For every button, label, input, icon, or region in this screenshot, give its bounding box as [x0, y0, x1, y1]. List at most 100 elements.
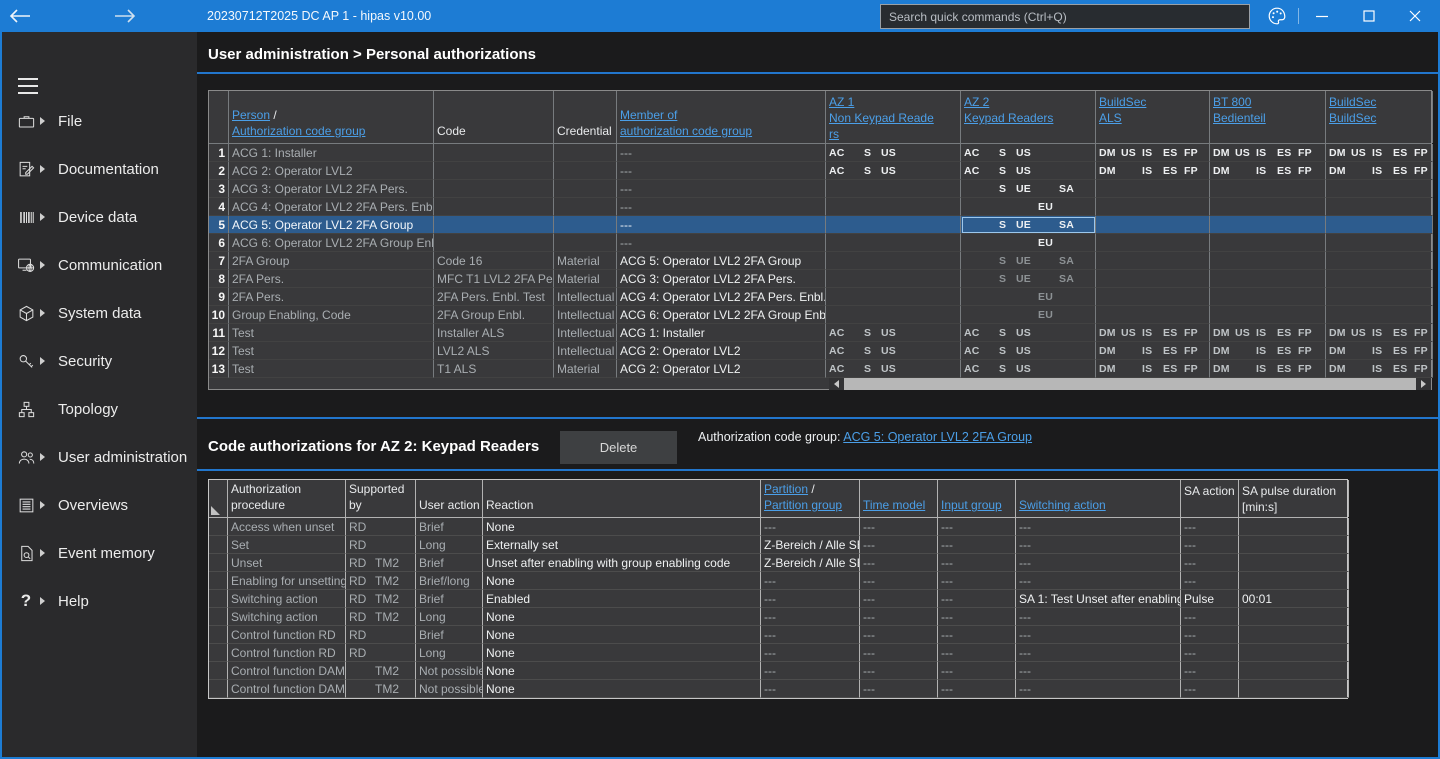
column-header-link[interactable]: BT 800 [1213, 95, 1251, 109]
code-authorizations-title: Code authorizations for AZ 2: Keypad Rea… [208, 438, 540, 455]
minimize-icon[interactable] [1302, 0, 1342, 32]
column-header-row-selector [209, 480, 228, 517]
column-header-partition-partition-group[interactable]: Partition / Partition group [761, 480, 860, 517]
column-header-link[interactable]: Authorization code group [232, 124, 365, 138]
table-row[interactable]: Control function DAM TM2 Not possible None -… [209, 680, 1349, 698]
time-model-cell: --- [860, 626, 938, 644]
person-cell: ACG 2: Operator LVL2 [229, 162, 434, 180]
scroll-left-button[interactable] [829, 378, 844, 390]
column-header-link[interactable]: Switching action [1019, 498, 1106, 512]
column-header-link[interactable]: Partition [764, 482, 808, 496]
sa-action-cell: --- [1181, 536, 1239, 554]
close-icon[interactable] [1395, 0, 1435, 32]
code-cell [434, 162, 554, 180]
sidebar-item-topology[interactable]: Topology [2, 392, 197, 426]
sidebar-item-overviews[interactable]: Overviews [2, 488, 197, 522]
delete-button[interactable]: Delete [560, 431, 677, 464]
table-row[interactable]: Switching action RD TM2 Brief Enabled --- --- -… [209, 590, 1349, 608]
input-group-cell: --- [938, 536, 1016, 554]
table-row[interactable]: Access when unset RD Brief None --- --- --- ---… [209, 518, 1349, 536]
sidebar-item-documentation[interactable]: Documentation [2, 152, 197, 186]
time-model-cell: --- [860, 518, 938, 536]
table-row[interactable]: 13 Test T1 ALS Material ACG 2: Operator LVL2… [209, 360, 1433, 378]
table-row[interactable]: 9 2FA Pers. 2FA Pers. Enbl. Test Intellectu… [209, 288, 1433, 306]
authorization-procedure-cell: Switching action [228, 590, 346, 608]
partition-cell: --- [761, 680, 860, 698]
table-row[interactable]: Switching action RD TM2 Long None --- --- --- --… [209, 608, 1349, 626]
table-row[interactable]: 3 ACG 3: Operator LVL2 2FA Pers. --- S UE SA [209, 180, 1433, 198]
az2-flags-cell: AC S US [961, 360, 1096, 378]
table-row[interactable]: 4 ACG 4: Operator LVL2 2FA Pers. Enbl. ---… [209, 198, 1433, 216]
az2-flags-cell: AC S US [961, 342, 1096, 360]
forward-arrow-icon[interactable] [105, 0, 145, 32]
table-row[interactable]: Set RD Long Externally set Z-Bereich / Alle … [209, 536, 1349, 554]
column-header-link[interactable]: Member of [620, 108, 677, 122]
member-of-cell: ACG 2: Operator LVL2 [617, 360, 826, 378]
column-header-link[interactable]: BuildSec [1329, 95, 1376, 109]
column-header-link[interactable]: AZ 1 [829, 95, 854, 109]
sidebar-item-communication[interactable]: Communication [2, 248, 197, 282]
palette-icon[interactable] [1257, 0, 1297, 32]
scrollbar-thumb[interactable] [844, 378, 1416, 390]
sidebar-item-help[interactable]: ? Help [2, 584, 197, 618]
column-header-switching-action[interactable]: Switching action [1016, 480, 1181, 517]
column-header-person-authorization-code-group[interactable]: Person / Authorization code group [229, 91, 434, 143]
column-header-time-model[interactable]: Time model [860, 480, 938, 517]
table-row[interactable]: Control function RD RD Long None --- --- --- --… [209, 644, 1349, 662]
column-header-buildsec-als[interactable]: BuildSec ALS [1096, 91, 1210, 143]
column-header-link[interactable]: AZ 2 [964, 95, 989, 109]
column-header-link[interactable]: Person [232, 108, 270, 122]
sidebar-item-security[interactable]: Security [2, 344, 197, 378]
horizontal-scrollbar[interactable] [829, 378, 1431, 390]
column-header-link[interactable]: BuildSec [1099, 95, 1146, 109]
az1-flags-cell [826, 180, 961, 198]
sidebar-item-system-data[interactable]: System data [2, 296, 197, 330]
column-header-link[interactable]: Time model [863, 498, 925, 512]
column-header-buildsec-buildsec[interactable]: BuildSec BuildSec [1326, 91, 1433, 143]
table-row[interactable]: 7 2FA Group Code 16 Material ACG 5: Operator… [209, 252, 1433, 270]
column-header-input-group[interactable]: Input group [938, 480, 1016, 517]
table-row[interactable]: 10 Group Enabling, Code 2FA Group Enbl. Int… [209, 306, 1433, 324]
authorization-code-group-link[interactable]: ACG 5: Operator LVL2 2FA Group [843, 430, 1032, 444]
table-row[interactable]: 11 Test Installer ALS Intellectual ACG 1: In… [209, 324, 1433, 342]
back-arrow-icon[interactable] [0, 0, 40, 32]
table-row[interactable]: 5 ACG 5: Operator LVL2 2FA Group --- S UE SA [209, 216, 1433, 234]
column-header-link[interactable]: Bedienteil [1213, 111, 1266, 125]
sidebar-item-file[interactable]: File [2, 104, 197, 138]
column-header-link[interactable]: Keypad Readers [964, 111, 1053, 125]
buildsec-flags-cell: DM IS ES FP [1326, 360, 1433, 378]
column-header-link[interactable]: Non Keypad Reade [829, 111, 934, 125]
als-flags-cell [1096, 180, 1210, 198]
column-header-link[interactable]: BuildSec [1329, 111, 1376, 125]
column-header-az1-non-keypad-readers[interactable]: AZ 1 Non Keypad Reade rs [826, 91, 961, 143]
column-header-az2-keypad-readers[interactable]: AZ 2 Keypad Readers [961, 91, 1096, 143]
table-row[interactable]: 2 ACG 2: Operator LVL2 --- AC S US AC S US DM IS ES… [209, 162, 1433, 180]
column-header-bt800-bedienteil[interactable]: BT 800 Bedienteil [1210, 91, 1326, 143]
table-row[interactable]: Enabling for unsetting RD TM2 Brief/long Non… [209, 572, 1349, 590]
sidebar-item-event-memory[interactable]: Event memory [2, 536, 197, 570]
sidebar-item-device-data[interactable]: Device data [2, 200, 197, 234]
sa-pulse-duration-cell: 00:01 [1239, 590, 1349, 608]
column-header-link[interactable]: Input group [941, 498, 1002, 512]
search-input[interactable] [880, 4, 1250, 29]
user-action-cell: Not possible [416, 680, 483, 698]
table-row[interactable]: 6 ACG 6: Operator LVL2 2FA Group Enbl. ---… [209, 234, 1433, 252]
column-header-member-of-authorization-code-group[interactable]: Member of authorization code group [617, 91, 826, 143]
sidebar-item-user-administration[interactable]: User administration [2, 440, 197, 474]
table-row[interactable]: 12 Test LVL2 ALS Intellectual ACG 2: Operato… [209, 342, 1433, 360]
supported-by-cell: RD TM2 [346, 572, 416, 590]
authorization-procedure-cell: Control function RD [228, 644, 346, 662]
table-row[interactable]: Unset RD TM2 Brief Unset after enabling with… [209, 554, 1349, 572]
table-row[interactable]: 1 ACG 1: Installer --- AC S US AC S US DM US IS ES FP… [209, 144, 1433, 162]
hamburger-menu-icon[interactable] [18, 78, 40, 96]
table-row[interactable]: 8 2FA Pers. MFC T1 LVL2 2FA Pers. Material A… [209, 270, 1433, 288]
table-row[interactable]: Control function DAM TM2 Not possible None -… [209, 662, 1349, 680]
column-header-link[interactable]: Partition group [764, 498, 842, 512]
column-header-link[interactable]: authorization code group [620, 124, 752, 138]
column-header-link[interactable]: ALS [1099, 111, 1122, 125]
row-selector-cell [209, 554, 228, 572]
maximize-icon[interactable] [1349, 0, 1389, 32]
table-row[interactable]: Control function RD RD Brief None --- --- --- -… [209, 626, 1349, 644]
scroll-right-button[interactable] [1416, 378, 1431, 390]
column-header-link[interactable]: rs [829, 127, 839, 141]
